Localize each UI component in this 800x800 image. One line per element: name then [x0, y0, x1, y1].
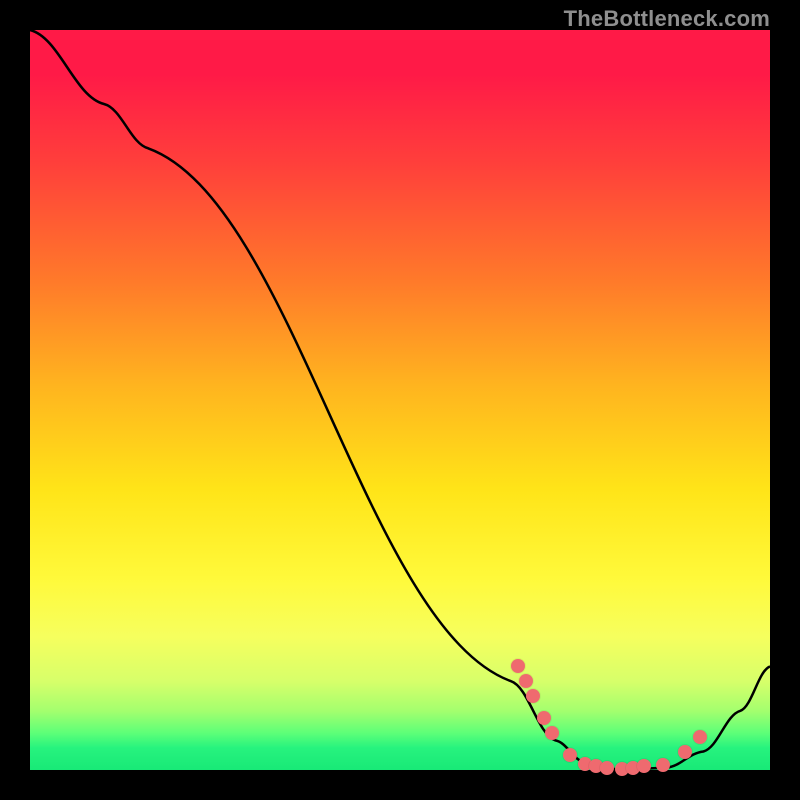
data-marker: [563, 748, 577, 762]
data-marker: [537, 711, 551, 725]
data-marker: [600, 761, 614, 775]
data-marker: [511, 659, 525, 673]
attribution-text: TheBottleneck.com: [564, 6, 770, 32]
chart-stage: TheBottleneck.com: [0, 0, 800, 800]
data-marker: [656, 758, 670, 772]
data-marker: [678, 745, 692, 759]
data-marker: [526, 689, 540, 703]
data-marker: [545, 726, 559, 740]
plot-area: [30, 30, 770, 770]
data-marker: [637, 759, 651, 773]
data-marker: [519, 674, 533, 688]
curve-layer: [30, 30, 770, 770]
main-curve: [30, 30, 770, 770]
data-marker: [693, 730, 707, 744]
